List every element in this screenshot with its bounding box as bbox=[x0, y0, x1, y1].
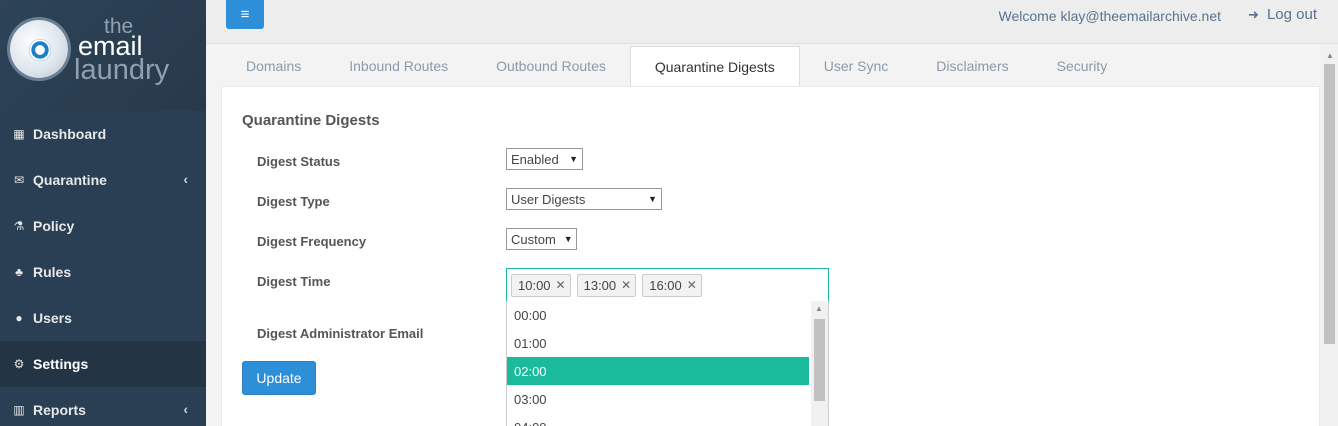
tab-user-sync[interactable]: User Sync bbox=[800, 46, 913, 86]
digest-admin-email-label: Digest Administrator Email bbox=[257, 326, 424, 341]
sidebar-item-settings[interactable]: ⚙ Settings bbox=[0, 341, 206, 387]
menu-toggle-button[interactable]: ≡ bbox=[226, 0, 264, 29]
scroll-up-icon[interactable]: ▲ bbox=[815, 304, 823, 313]
sidebar-item-dashboard[interactable]: ▦ Dashboard bbox=[0, 111, 206, 157]
sidebar-item-users[interactable]: ● Users bbox=[0, 295, 206, 341]
sign-out-icon: ➜ bbox=[1248, 6, 1259, 22]
page-scrollbar-thumb[interactable] bbox=[1324, 64, 1335, 344]
tab-quarantine-digests[interactable]: Quarantine Digests bbox=[629, 46, 800, 87]
tab-inbound-routes[interactable]: Inbound Routes bbox=[325, 46, 472, 86]
tab-outbound-routes[interactable]: Outbound Routes bbox=[472, 46, 630, 86]
dropdown-option[interactable]: 02:00 bbox=[507, 357, 809, 385]
digest-frequency-value: Custom bbox=[511, 231, 556, 247]
dropdown-scrollbar[interactable]: ▲ bbox=[811, 301, 828, 426]
settings-tabs: Domains Inbound Routes Outbound Routes Quar… bbox=[222, 46, 1131, 87]
logout-link[interactable]: ➜ Log out bbox=[1248, 6, 1317, 23]
sidebar-item-label: Users bbox=[33, 310, 72, 326]
sidebar-item-label: Settings bbox=[33, 356, 89, 372]
sidebar-item-rules[interactable]: ♣ Rules bbox=[0, 249, 206, 295]
tab-domains[interactable]: Domains bbox=[222, 46, 325, 86]
chevron-down-icon: ▼ bbox=[563, 234, 573, 244]
page-scrollbar[interactable]: ▲ bbox=[1321, 46, 1338, 426]
chevron-left-icon: ‹ bbox=[183, 171, 188, 187]
sidebar: the email laundry ▦ Dashboard ✉ Quarantine ‹… bbox=[0, 0, 206, 426]
sitemap-icon: ♣ bbox=[15, 265, 23, 279]
tab-security[interactable]: Security bbox=[1033, 46, 1132, 86]
time-tag: 16:00 ✕ bbox=[642, 273, 702, 297]
brand-text: the email laundry bbox=[74, 16, 169, 85]
sidebar-item-label: Rules bbox=[33, 264, 72, 280]
digest-status-select[interactable]: Enabled ▼ bbox=[506, 148, 583, 170]
remove-tag-icon[interactable]: ✕ bbox=[687, 278, 697, 292]
sidebar-menu: ▦ Dashboard ✉ Quarantine ‹ ⚗ Policy ♣ Rules ● User… bbox=[0, 111, 206, 426]
tab-disclaimers[interactable]: Disclaimers bbox=[912, 46, 1032, 86]
email-laundry-logo-icon bbox=[10, 20, 68, 78]
digest-frequency-select[interactable]: Custom ▼ bbox=[506, 228, 577, 250]
brand-logo[interactable]: the email laundry bbox=[0, 0, 206, 111]
chevron-down-icon: ▼ bbox=[648, 194, 657, 204]
envelope-icon: ✉ bbox=[13, 173, 25, 187]
sidebar-item-quarantine[interactable]: ✉ Quarantine ‹ bbox=[0, 157, 206, 203]
update-button[interactable]: Update bbox=[242, 361, 316, 395]
user-icon: ● bbox=[15, 311, 23, 325]
remove-tag-icon[interactable]: ✕ bbox=[556, 278, 566, 292]
brand-line-3: laundry bbox=[74, 54, 170, 86]
dropdown-option[interactable]: 01:00 bbox=[507, 329, 809, 357]
quarantine-digests-panel: Quarantine Digests Digest Status Enabled… bbox=[221, 86, 1320, 426]
welcome-text: Welcome klay@theemailarchive.net bbox=[998, 8, 1222, 24]
remove-tag-icon[interactable]: ✕ bbox=[621, 278, 631, 292]
time-tag-label: 10:00 bbox=[518, 277, 551, 293]
time-tag: 10:00 ✕ bbox=[511, 273, 571, 297]
dropdown-option[interactable]: 00:00 bbox=[507, 301, 809, 329]
digest-status-value: Enabled bbox=[511, 151, 559, 167]
chevron-left-icon: ‹ bbox=[183, 401, 188, 417]
digest-type-label: Digest Type bbox=[257, 194, 330, 209]
cogs-icon: ⚙ bbox=[13, 357, 25, 371]
flask-icon: ⚗ bbox=[13, 219, 25, 233]
digest-type-select[interactable]: User Digests ▼ bbox=[506, 188, 662, 210]
scroll-up-icon[interactable]: ▲ bbox=[1326, 51, 1334, 60]
sidebar-item-label: Quarantine bbox=[33, 172, 107, 188]
panel-title: Quarantine Digests bbox=[242, 112, 380, 129]
dashboard-icon: ▦ bbox=[13, 127, 25, 141]
digest-type-value: User Digests bbox=[511, 191, 586, 207]
dropdown-option[interactable]: 03:00 bbox=[507, 385, 809, 413]
bar-chart-icon: ▥ bbox=[13, 403, 25, 417]
digest-frequency-label: Digest Frequency bbox=[257, 234, 367, 249]
scrollbar-thumb[interactable] bbox=[814, 319, 825, 401]
digest-time-multiselect[interactable]: 10:00 ✕ 13:00 ✕ 16:00 ✕ bbox=[506, 268, 829, 302]
top-navbar: ≡ Welcome klay@theemailarchive.net ➜ Log… bbox=[206, 0, 1338, 44]
sidebar-item-label: Reports bbox=[33, 402, 86, 418]
digest-status-label: Digest Status bbox=[257, 154, 341, 169]
sidebar-item-label: Policy bbox=[33, 218, 75, 234]
digest-time-label: Digest Time bbox=[257, 274, 331, 289]
dropdown-option[interactable]: 04:00 bbox=[507, 413, 809, 426]
sidebar-item-label: Dashboard bbox=[33, 126, 107, 142]
digest-time-dropdown: 00:0001:0002:0003:0004:00 ▲ bbox=[506, 301, 829, 426]
sidebar-item-reports[interactable]: ▥ Reports ‹ bbox=[0, 387, 206, 426]
time-tag: 13:00 ✕ bbox=[576, 273, 637, 297]
time-tag-label: 13:00 bbox=[583, 277, 617, 293]
time-tag-label: 16:00 bbox=[649, 277, 682, 293]
chevron-down-icon: ▼ bbox=[569, 154, 578, 164]
logout-label: Log out bbox=[1266, 6, 1317, 23]
sidebar-item-policy[interactable]: ⚗ Policy bbox=[0, 203, 206, 249]
hamburger-icon: ≡ bbox=[240, 6, 250, 23]
